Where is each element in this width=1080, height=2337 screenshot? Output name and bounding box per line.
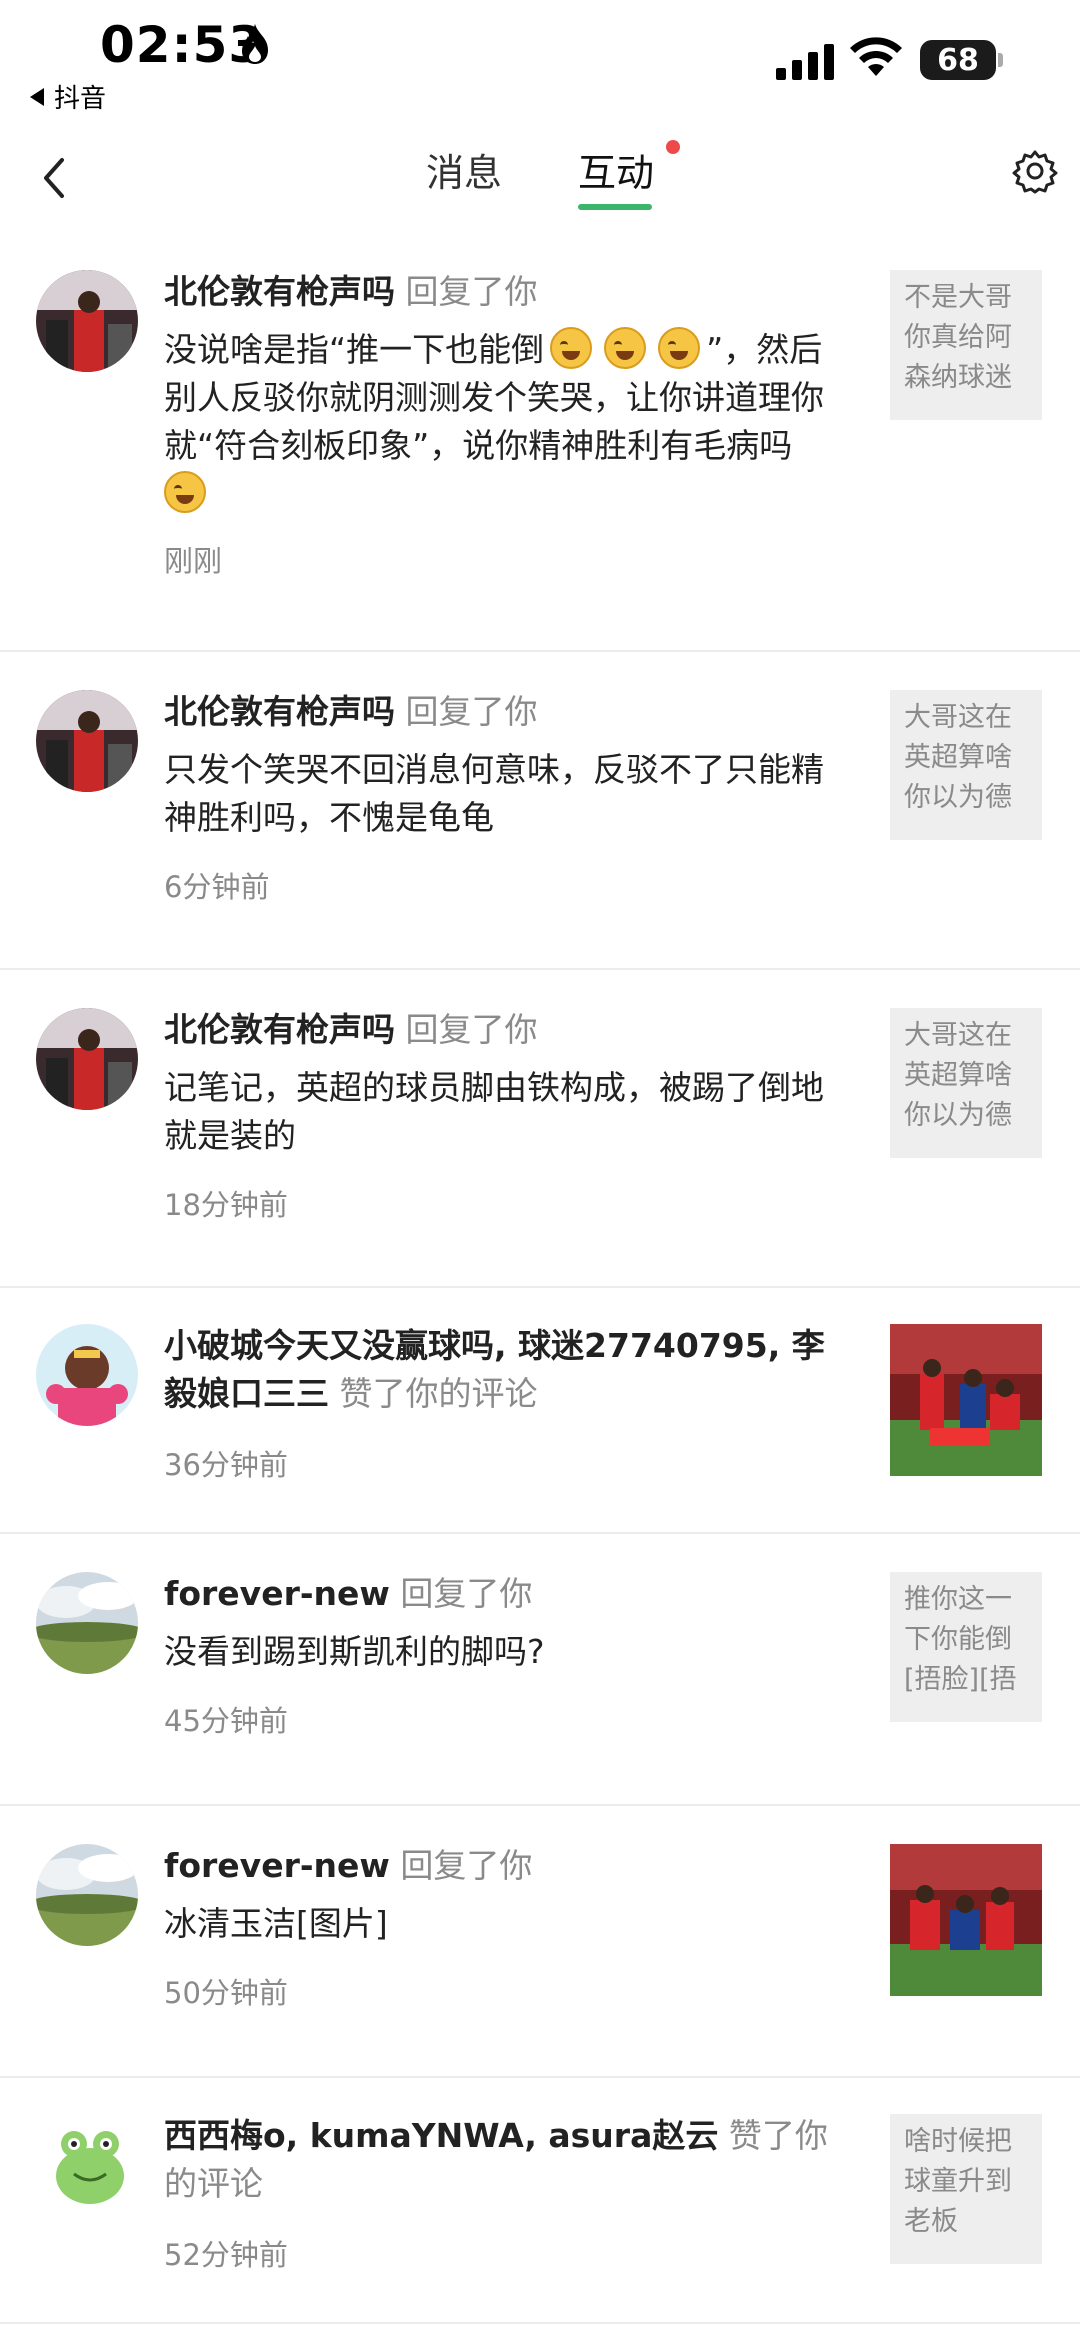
tab-messages[interactable]: 消息 [426,142,502,197]
laugh-cry-emoji-icon [550,327,593,369]
item-content: 北伦敦有枪声吗 回复了你 没说啥是指“推一下也能倒 ”，然后别人反驳你就阴测测发个… [164,268,854,580]
tab-interactions[interactable]: 互动 [578,142,654,197]
wifi-icon [850,37,902,76]
comment-text: 没说啥是指“推一下也能倒 ”，然后别人反驳你就阴测测发个笑哭，让你讲道理你就“符合… [164,326,854,518]
item-content: 北伦敦有枪声吗 回复了你 只发个笑哭不回消息何意味，反驳不了只能精神胜利吗，不愧… [164,688,854,906]
action-label: 回复了你 [405,1010,538,1049]
active-tab-indicator [578,204,652,210]
avatar[interactable] [36,690,138,792]
action-label: 回复了你 [405,272,538,311]
timestamp: 52分钟前 [164,2238,288,2272]
laugh-cry-emoji-icon [658,327,701,369]
post-thumbnail[interactable] [890,1324,1042,1476]
avatar[interactable] [36,2114,138,2216]
interaction-list: 北伦敦有枪声吗 回复了你 没说啥是指“推一下也能倒 ”，然后别人反驳你就阴测测发个… [0,250,1080,2324]
comment-text: 冰清玉洁[图片] [164,1904,388,1943]
avatar[interactable] [36,1844,138,1946]
comment-text-a: 没说啥是指“推一下也能倒 [164,330,545,369]
timestamp: 18分钟前 [164,1188,288,1222]
timestamp: 刚刚 [164,544,223,578]
list-item[interactable]: forever-new 回复了你 没看到踢到斯凯利的脚吗? 45分钟前 推你这一… [0,1534,1080,1806]
timestamp: 50分钟前 [164,1976,288,2010]
avatar[interactable] [36,1324,138,1426]
battery-tip [998,53,1003,67]
item-content: 北伦敦有枪声吗 回复了你 记笔记，英超的球员脚由铁构成，被踢了倒地就是装的 18… [164,1006,854,1224]
timestamp: 36分钟前 [164,1448,288,1482]
action-label: 回复了你 [400,1846,533,1885]
quoted-comment[interactable]: 推你这一下你能倒[捂脸][捂 [890,1572,1042,1722]
quoted-comment[interactable]: 啥时候把球童升到老板 [890,2114,1042,2264]
status-bar: 02:53 抖音 68 [0,0,1080,120]
comment-text: 记笔记，英超的球员脚由铁构成，被踢了倒地就是装的 [164,1068,824,1155]
username[interactable]: 北伦敦有枪声吗 [164,1010,395,1049]
item-content: 西西梅o, kumaYNWA, asura赵云 赞了你的评论 52分钟前 [164,2112,854,2274]
smirk-emoji-icon [164,471,206,513]
comment-text: 没看到踢到斯凯利的脚吗? [164,1632,545,1671]
action-label: 赞了你的评论 [339,1374,538,1413]
back-triangle-icon [30,87,44,106]
flame-icon [242,24,268,64]
quoted-comment[interactable]: 大哥这在英超算啥你以为德 [890,1008,1042,1158]
back-to-app-link[interactable]: 抖音 [30,78,106,115]
username[interactable]: forever-new [164,1846,390,1885]
item-content: forever-new 回复了你 没看到踢到斯凯利的脚吗? 45分钟前 [164,1570,854,1740]
post-thumbnail[interactable] [890,1844,1042,1996]
laugh-cry-emoji-icon [604,327,647,369]
comment-text: 只发个笑哭不回消息何意味，反驳不了只能精神胜利吗，不愧是龟龟 [164,750,824,837]
list-item[interactable]: 西西梅o, kumaYNWA, asura赵云 赞了你的评论 52分钟前 啥时候… [0,2078,1080,2324]
timestamp: 45分钟前 [164,1704,288,1738]
battery-indicator: 68 [920,40,996,80]
notification-dot [666,140,680,154]
list-item[interactable]: forever-new 回复了你 冰清玉洁[图片] 50分钟前 [0,1806,1080,2078]
avatar[interactable] [36,1572,138,1674]
list-item[interactable]: 北伦敦有枪声吗 回复了你 记笔记，英超的球员脚由铁构成，被踢了倒地就是装的 18… [0,970,1080,1288]
list-item[interactable]: 北伦敦有枪声吗 回复了你 没说啥是指“推一下也能倒 ”，然后别人反驳你就阴测测发个… [0,250,1080,652]
item-content: forever-new 回复了你 冰清玉洁[图片] 50分钟前 [164,1842,854,2012]
avatar[interactable] [36,1008,138,1110]
usernames[interactable]: 西西梅o, kumaYNWA, asura赵云 [164,2116,718,2155]
list-item[interactable]: 北伦敦有枪声吗 回复了你 只发个笑哭不回消息何意味，反驳不了只能精神胜利吗，不愧… [0,652,1080,970]
action-label: 回复了你 [405,692,538,731]
back-arrow-icon[interactable] [30,148,80,208]
settings-gear-icon[interactable] [1012,148,1058,194]
top-nav: 消息 互动 [0,120,1080,240]
item-content: 小破城今天又没赢球吗, 球迷27740795, 李毅娘口三三 赞了你的评论 36… [164,1322,854,1484]
username[interactable]: forever-new [164,1574,390,1613]
quoted-comment[interactable]: 大哥这在英超算啥你以为德 [890,690,1042,840]
quoted-comment[interactable]: 不是大哥你真给阿森纳球迷 [890,270,1042,420]
action-label: 回复了你 [400,1574,533,1613]
timestamp: 6分钟前 [164,870,270,904]
avatar[interactable] [36,270,138,372]
back-app-label: 抖音 [54,84,107,114]
list-item[interactable]: 小破城今天又没赢球吗, 球迷27740795, 李毅娘口三三 赞了你的评论 36… [0,1288,1080,1534]
username[interactable]: 北伦敦有枪声吗 [164,692,395,731]
cellular-signal-icon [776,40,834,80]
username[interactable]: 北伦敦有枪声吗 [164,272,395,311]
